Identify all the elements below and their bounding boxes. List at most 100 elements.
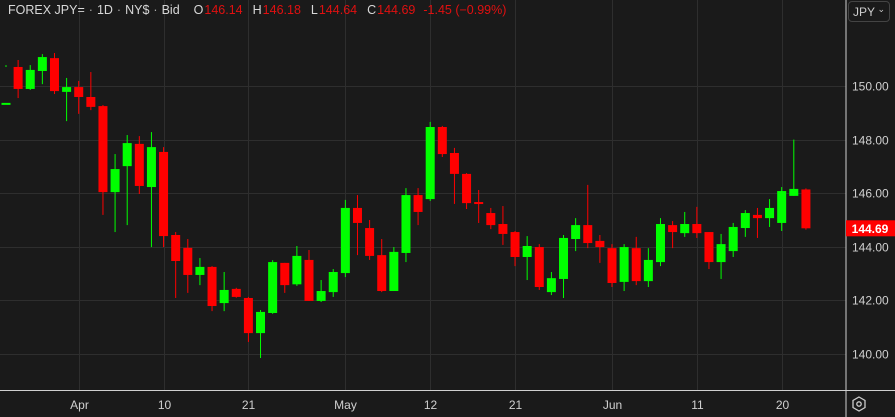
candle[interactable] [801,188,811,230]
candle[interactable] [680,211,690,237]
session[interactable]: NY$ [125,3,149,17]
candle-body [486,213,496,226]
candle[interactable] [425,121,435,201]
candle[interactable] [462,173,472,210]
candle[interactable] [655,218,665,267]
symbol[interactable]: FOREX JPY= [8,3,85,17]
candle[interactable] [559,235,569,298]
candle[interactable] [474,189,484,223]
candle[interactable] [328,269,338,297]
candle-body [777,191,787,223]
close-label: C [367,3,377,17]
y-tick-label: 146.00 [852,187,889,201]
candle[interactable] [692,206,702,238]
candle-body [292,255,302,285]
currency-selector[interactable]: JPY ⌄ [848,1,890,22]
candle[interactable] [340,199,350,278]
candle[interactable] [292,245,302,286]
change-value: -1.45 (−0.99%) [423,3,507,17]
candle-body [449,153,459,174]
candle[interactable] [268,260,278,314]
candle[interactable] [195,258,205,286]
candle[interactable] [37,54,47,85]
candle[interactable] [607,244,617,287]
candle[interactable] [668,221,678,249]
candle[interactable] [740,210,750,237]
chevron-down-icon: ⌄ [877,4,885,14]
candle[interactable] [643,248,653,287]
candlestick-chart[interactable]: 140.00 142.00 144.00 146.00 148.00 150.00 Apr… [0,0,895,417]
candle[interactable] [122,135,132,226]
candle[interactable] [777,187,787,231]
candle[interactable] [437,125,447,158]
candle[interactable] [1,65,11,105]
candle[interactable] [171,232,181,298]
candle[interactable] [243,296,253,342]
candle[interactable] [765,199,775,227]
candle[interactable] [25,65,35,91]
candle[interactable] [522,236,532,281]
candle-body [280,262,290,286]
candle[interactable] [789,139,799,196]
candle[interactable] [231,287,241,298]
candle-body [98,106,108,193]
candle[interactable] [256,310,266,359]
candle[interactable] [49,53,59,95]
candle[interactable] [365,220,375,260]
candle[interactable] [546,271,556,296]
candle[interactable] [159,147,169,248]
candle-body [510,232,520,257]
candle[interactable] [207,266,217,312]
candle[interactable] [146,132,156,248]
candle[interactable] [510,230,520,267]
candle[interactable] [534,244,544,290]
candle-body [631,248,641,282]
candle-body [74,87,84,97]
candle[interactable] [449,147,459,204]
candle[interactable] [619,244,629,292]
candle[interactable] [595,235,605,263]
candle[interactable] [352,195,362,256]
x-tick-label: 10 [158,398,172,412]
candle[interactable] [74,80,84,114]
interval[interactable]: 1D [97,3,113,17]
candle[interactable] [13,60,23,99]
candle[interactable] [98,105,108,215]
candle[interactable] [716,233,726,279]
last-price-label: 144.69 [846,220,895,237]
candle[interactable] [304,250,314,301]
candle[interactable] [486,207,496,230]
candle-body [352,207,362,223]
time-axis[interactable]: Apr 10 21 May 12 21 Jun 11 20 [70,398,789,412]
candle[interactable] [401,188,411,263]
candle-body [740,213,750,229]
y-tick-label: 150.00 [852,80,889,94]
candle[interactable] [704,232,714,270]
candle[interactable] [316,280,326,303]
candle-body [425,127,435,200]
low-label: L [310,3,318,17]
candle[interactable] [280,262,290,293]
candle-body [389,251,399,292]
price-type[interactable]: Bid [162,3,180,17]
candle[interactable] [498,206,508,245]
candle-body [692,224,702,234]
candle[interactable] [752,207,762,238]
candle[interactable] [62,77,72,122]
candle-body [377,255,387,292]
candle[interactable] [377,239,387,293]
candle-body [413,195,423,212]
candle-body [704,232,714,263]
open-label: O [193,3,204,17]
close-value: 144.69 [377,3,416,17]
candle[interactable] [389,247,399,292]
candle[interactable] [219,271,229,312]
settings-hexagon-icon[interactable] [851,396,867,412]
candle[interactable] [728,222,738,257]
candle-body [122,143,132,167]
candle[interactable] [134,136,144,195]
candle[interactable] [571,218,581,252]
candle[interactable] [631,236,641,286]
candle[interactable] [86,72,96,111]
candle[interactable] [583,184,593,249]
